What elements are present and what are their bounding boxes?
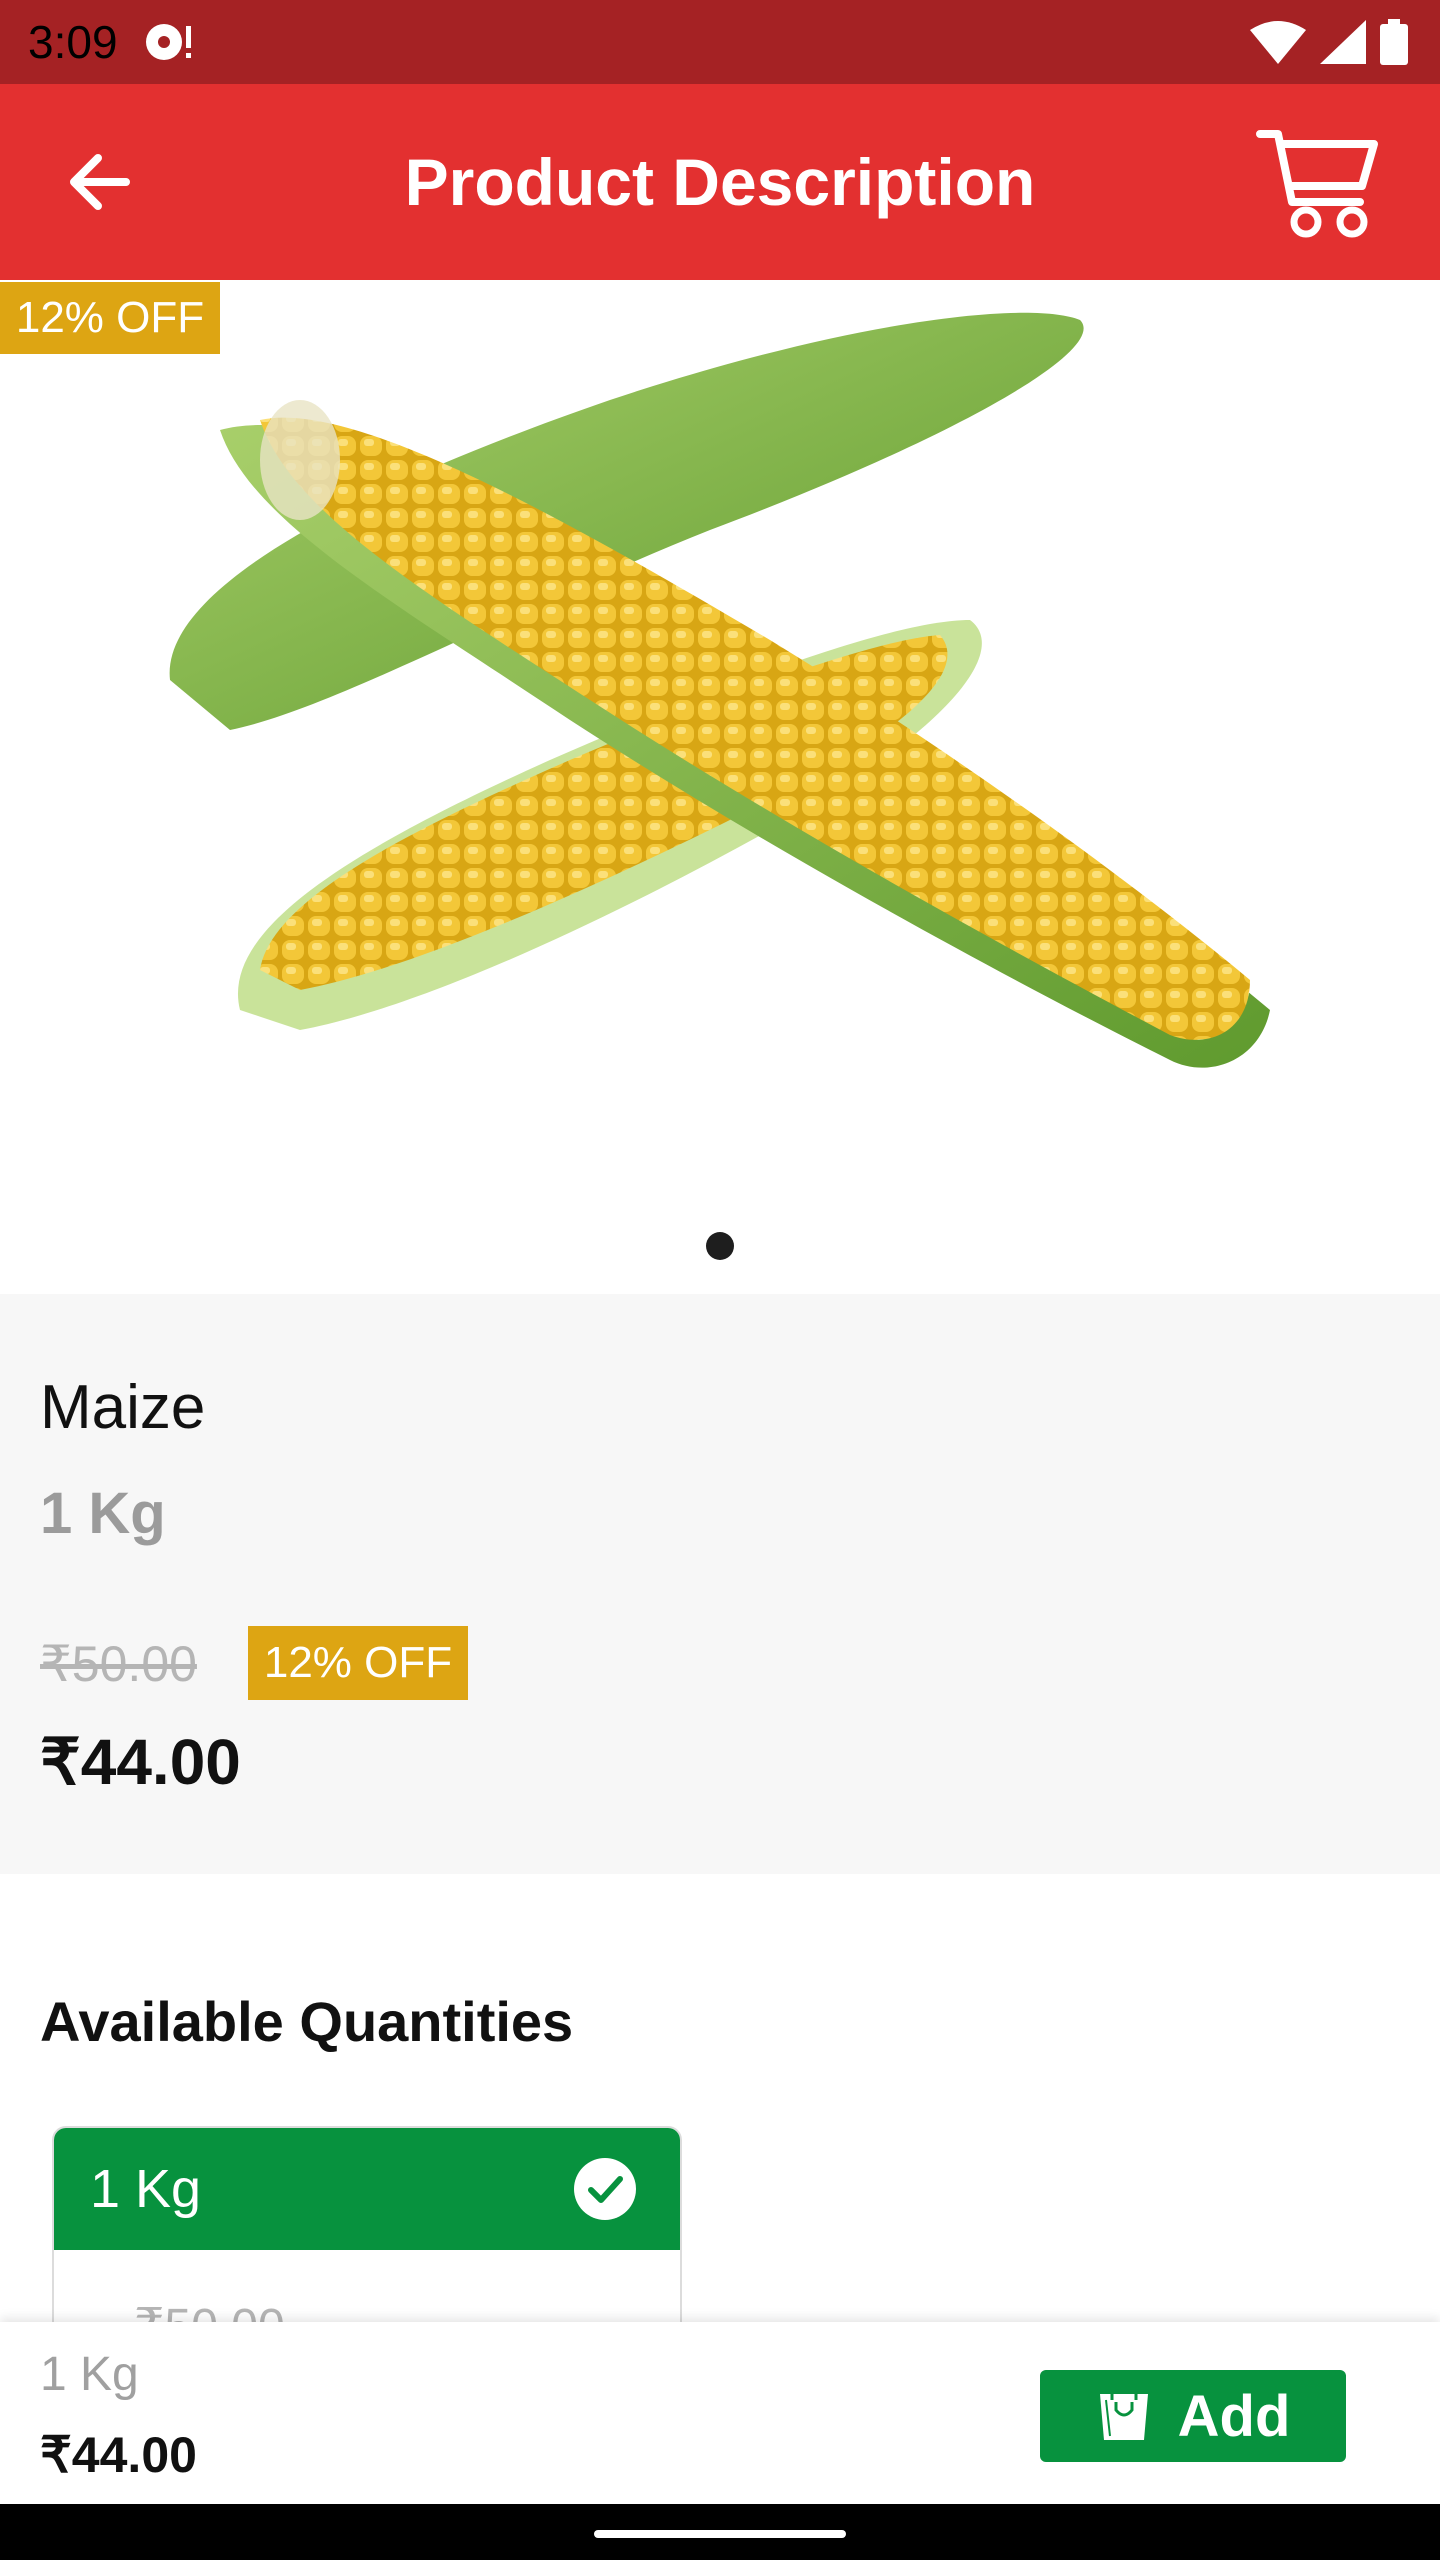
product-image[interactable] [150, 290, 1290, 1090]
page-title: Product Description [404, 145, 1036, 219]
product-weight: 1 Kg [40, 1481, 166, 1546]
battery-icon [1380, 19, 1408, 65]
product-price: ₹44.00 [40, 1726, 241, 1798]
add-button[interactable]: Add [1040, 2370, 1346, 2462]
check-icon [574, 2158, 636, 2220]
bottom-price: ₹44.00 [40, 2427, 197, 2483]
home-gesture-handle[interactable] [594, 2530, 846, 2538]
media-icon [144, 20, 194, 64]
status-time: 3:09 [28, 16, 118, 68]
status-icons [1250, 18, 1408, 66]
back-button[interactable] [56, 140, 140, 224]
quantities-heading: Available Quantities [40, 1990, 574, 2053]
shopping-bag-icon [1099, 2394, 1148, 2440]
carousel-indicator[interactable] [706, 1232, 734, 1260]
arrow-left-icon [70, 154, 130, 210]
discount-ribbon: 12% OFF [0, 282, 220, 354]
signal-icon [1320, 20, 1366, 64]
discount-badge: 12% OFF [248, 1626, 468, 1700]
product-name: Maize [40, 1373, 206, 1442]
bottom-weight: 1 Kg [40, 2348, 139, 2401]
cart-button[interactable] [1256, 126, 1380, 242]
wifi-icon [1250, 21, 1306, 64]
status-bar [0, 0, 1440, 84]
add-button-label: Add [1177, 2383, 1291, 2449]
quantity-option-label: 1 Kg [90, 2159, 202, 2219]
cart-icon [1256, 130, 1378, 238]
product-mrp: ₹50.00 [40, 1636, 197, 1692]
